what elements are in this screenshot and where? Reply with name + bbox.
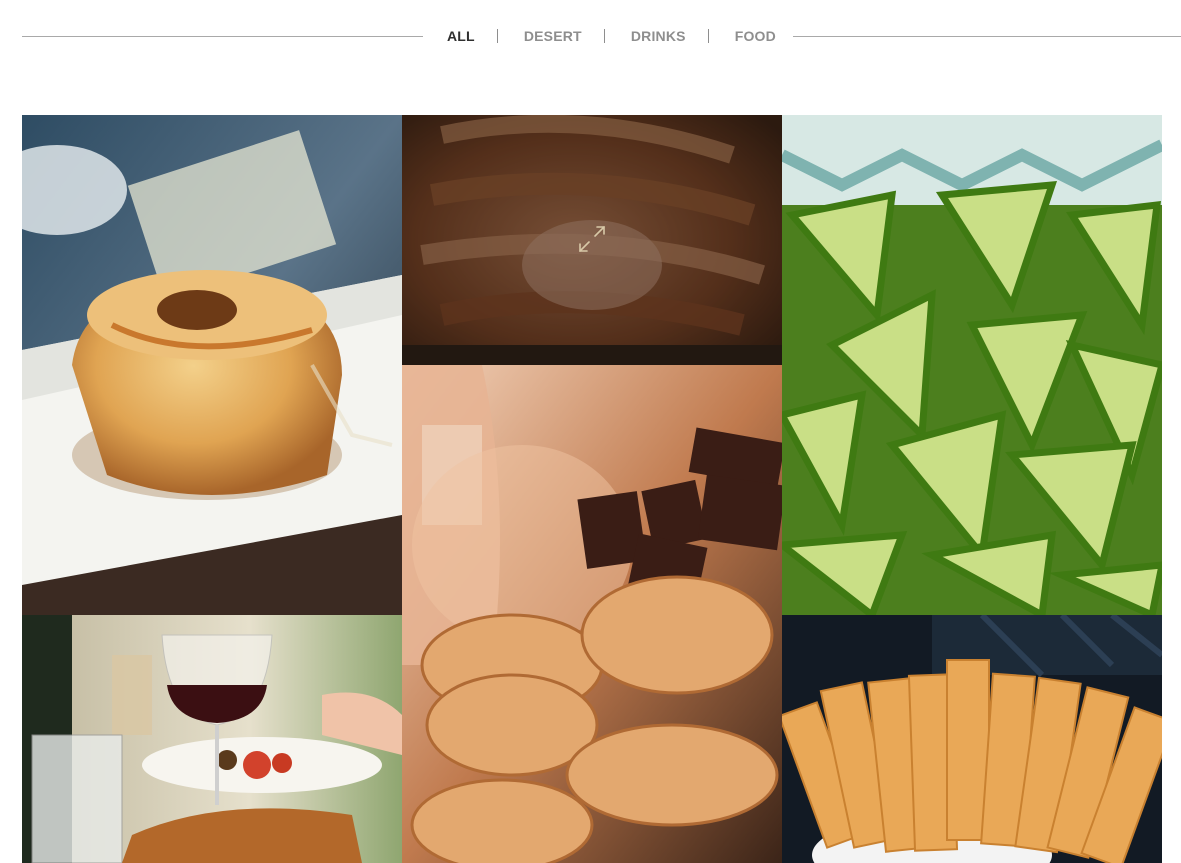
filter-menu: ALL DESERT DRINKS FOOD — [447, 27, 776, 45]
filter-separator — [707, 29, 709, 43]
filter-divider-right — [793, 36, 1181, 37]
filter-separator — [603, 29, 605, 43]
cheese-slices-photo — [782, 615, 1162, 863]
filter-drinks[interactable]: DRINKS — [631, 27, 686, 45]
chocolate-cookies-photo — [402, 365, 782, 863]
gallery-item-chocolate-cookies[interactable] — [402, 365, 782, 863]
portfolio-gallery — [22, 115, 1162, 863]
gallery-item-lime-wedges[interactable] — [782, 115, 1162, 615]
lime-wedges-photo — [782, 115, 1162, 615]
filter-separator — [496, 29, 498, 43]
filter-bar: ALL DESERT DRINKS FOOD — [0, 0, 1181, 72]
doughnut-cake-photo — [22, 115, 402, 615]
filter-divider-left — [22, 36, 423, 37]
filter-all[interactable]: ALL — [447, 27, 475, 45]
gallery-item-doughnut-cake[interactable] — [22, 115, 402, 615]
gallery-item-glazed-pork[interactable] — [402, 115, 782, 365]
gallery-item-red-wine-dinner[interactable] — [22, 615, 402, 863]
filter-desert[interactable]: DESERT — [524, 27, 582, 45]
red-wine-dinner-photo — [22, 615, 402, 863]
expand-icon[interactable] — [576, 223, 608, 255]
filter-food[interactable]: FOOD — [735, 27, 776, 45]
gallery-item-cheese-slices[interactable] — [782, 615, 1162, 863]
